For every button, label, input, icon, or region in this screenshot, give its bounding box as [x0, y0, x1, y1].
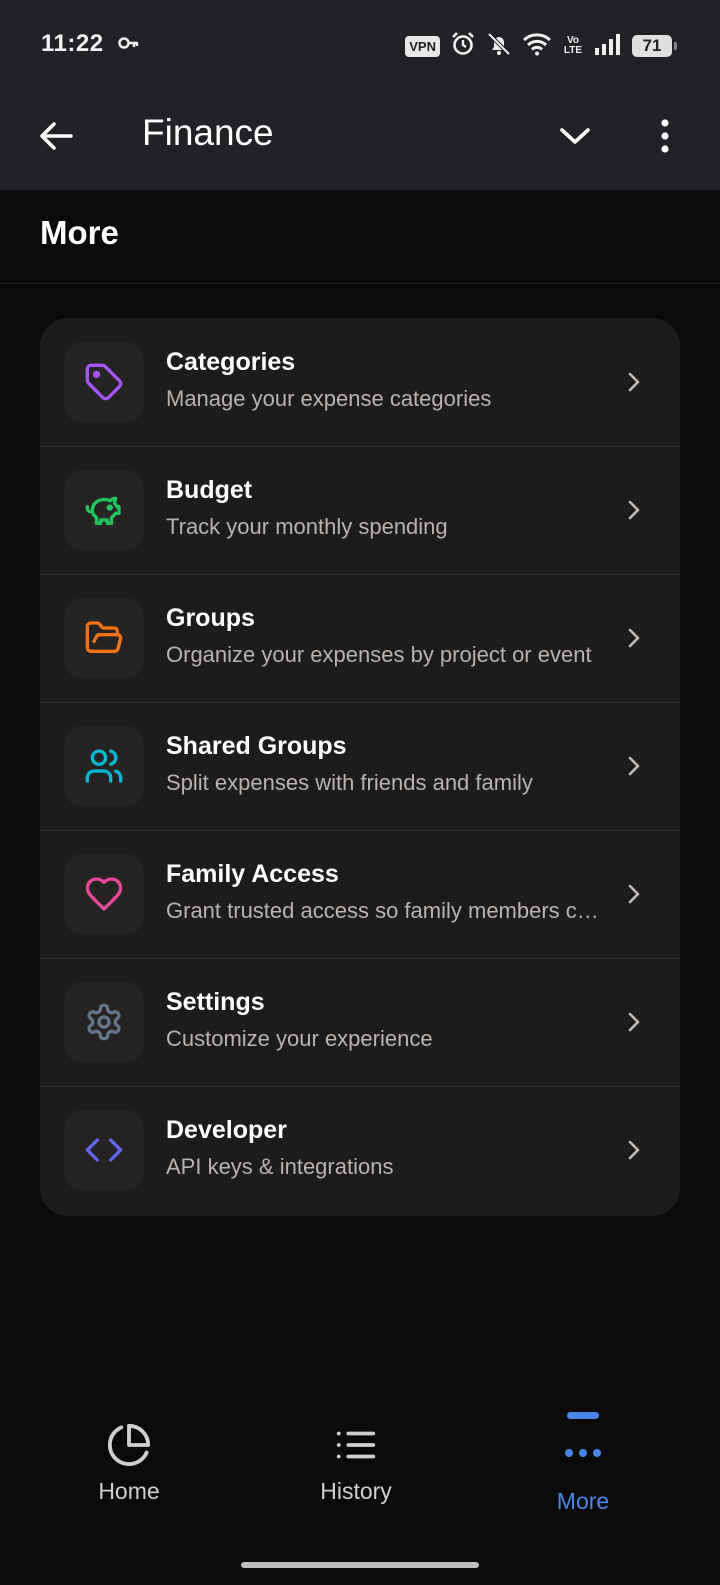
users-icon	[85, 749, 123, 783]
menu-item-family-access[interactable]: Family Access Grant trusted access so fa…	[40, 830, 680, 959]
chevron-right-icon	[622, 494, 646, 526]
chevron-right-icon	[622, 750, 646, 782]
menu-card: Categories Manage your expense categorie…	[40, 318, 680, 1216]
nav-item-history[interactable]: History	[236, 1392, 476, 1545]
list-icon	[236, 1422, 476, 1468]
folder-open-icon	[85, 621, 123, 653]
status-bar: 11:22 VPN Vo LTE 71	[0, 0, 720, 90]
app-bar: Finance	[0, 90, 720, 190]
volte-label: Vo LTE	[563, 35, 583, 56]
menu-item-subtitle: Customize your experience	[166, 1026, 433, 1051]
menu-item-title: Developer	[166, 1116, 287, 1144]
app-title: Finance	[142, 112, 274, 153]
status-icons: VPN Vo LTE 71	[405, 28, 677, 64]
alarm-icon	[450, 31, 476, 62]
back-button[interactable]	[34, 114, 78, 158]
menu-item-subtitle: Track your monthly spending	[166, 514, 448, 539]
gear-icon	[87, 1003, 121, 1041]
status-time: 11:22	[41, 30, 104, 57]
chevron-right-icon	[622, 1134, 646, 1166]
chevron-right-icon	[622, 622, 646, 654]
menu-item-title: Groups	[166, 604, 255, 632]
menu-item-budget[interactable]: Budget Track your monthly spending	[40, 446, 680, 575]
account-dropdown-button[interactable]	[553, 114, 597, 158]
section-header: More	[0, 190, 720, 284]
menu-item-settings[interactable]: Settings Customize your experience	[40, 958, 680, 1087]
nav-item-home[interactable]: Home	[9, 1392, 249, 1545]
page-title: More	[40, 214, 119, 251]
menu-item-icon-box	[64, 982, 144, 1062]
signal-icon	[594, 33, 622, 60]
menu-item-title: Settings	[166, 988, 265, 1016]
menu-item-subtitle: Split expenses with friends and family	[166, 770, 533, 795]
nav-item-more[interactable]: More	[463, 1392, 703, 1545]
menu-item-categories[interactable]: Categories Manage your expense categorie…	[40, 318, 680, 447]
code-icon	[85, 1138, 123, 1162]
chevron-right-icon	[622, 878, 646, 910]
chevron-down-icon	[560, 128, 590, 144]
menu-item-groups[interactable]: Groups Organize your expenses by project…	[40, 574, 680, 703]
heart-icon	[85, 877, 123, 911]
menu-item-title: Budget	[166, 476, 253, 504]
key-icon	[118, 36, 140, 55]
pie-chart-icon	[9, 1422, 249, 1468]
menu-item-subtitle: API keys & integrations	[166, 1154, 394, 1179]
menu-item-subtitle: Organize your expenses by project or eve…	[166, 642, 592, 667]
menu-item-icon-box	[64, 470, 144, 550]
menu-item-icon-box	[64, 598, 144, 678]
bottom-navigation: Home History More	[0, 1392, 720, 1545]
nav-label-history: History	[320, 1478, 392, 1504]
menu-item-title: Family Access	[166, 860, 339, 888]
menu-item-title: Categories	[166, 348, 296, 376]
menu-item-icon-box	[64, 342, 144, 422]
more-horizontal-icon	[463, 1446, 703, 1460]
chevron-right-icon	[622, 366, 646, 398]
tag-icon	[85, 363, 123, 401]
menu-item-subtitle: Manage your expense categories	[166, 386, 492, 411]
active-indicator	[463, 1412, 703, 1419]
nav-label-more: More	[556, 1488, 610, 1514]
nav-label-home: Home	[98, 1478, 160, 1504]
menu-item-icon-box	[64, 854, 144, 934]
home-indicator[interactable]	[241, 1562, 479, 1568]
arrow-left-icon	[40, 122, 73, 150]
chevron-right-icon	[622, 1006, 646, 1038]
vpn-badge: VPN	[405, 35, 440, 57]
menu-item-title: Shared Groups	[166, 732, 347, 760]
menu-item-icon-box	[64, 726, 144, 806]
menu-item-subtitle: Grant trusted access so family members c…	[166, 898, 606, 923]
menu-item-shared-groups[interactable]: Shared Groups Split expenses with friend…	[40, 702, 680, 831]
more-vertical-icon	[661, 119, 669, 153]
menu-item-icon-box	[64, 1110, 144, 1190]
battery-icon: 71	[632, 35, 677, 57]
bell-off-icon	[486, 31, 512, 62]
piggy-bank-icon	[85, 496, 121, 525]
overflow-menu-button[interactable]	[648, 112, 682, 160]
menu-item-developer[interactable]: Developer API keys & integrations	[40, 1086, 680, 1214]
wifi-icon	[522, 32, 552, 61]
